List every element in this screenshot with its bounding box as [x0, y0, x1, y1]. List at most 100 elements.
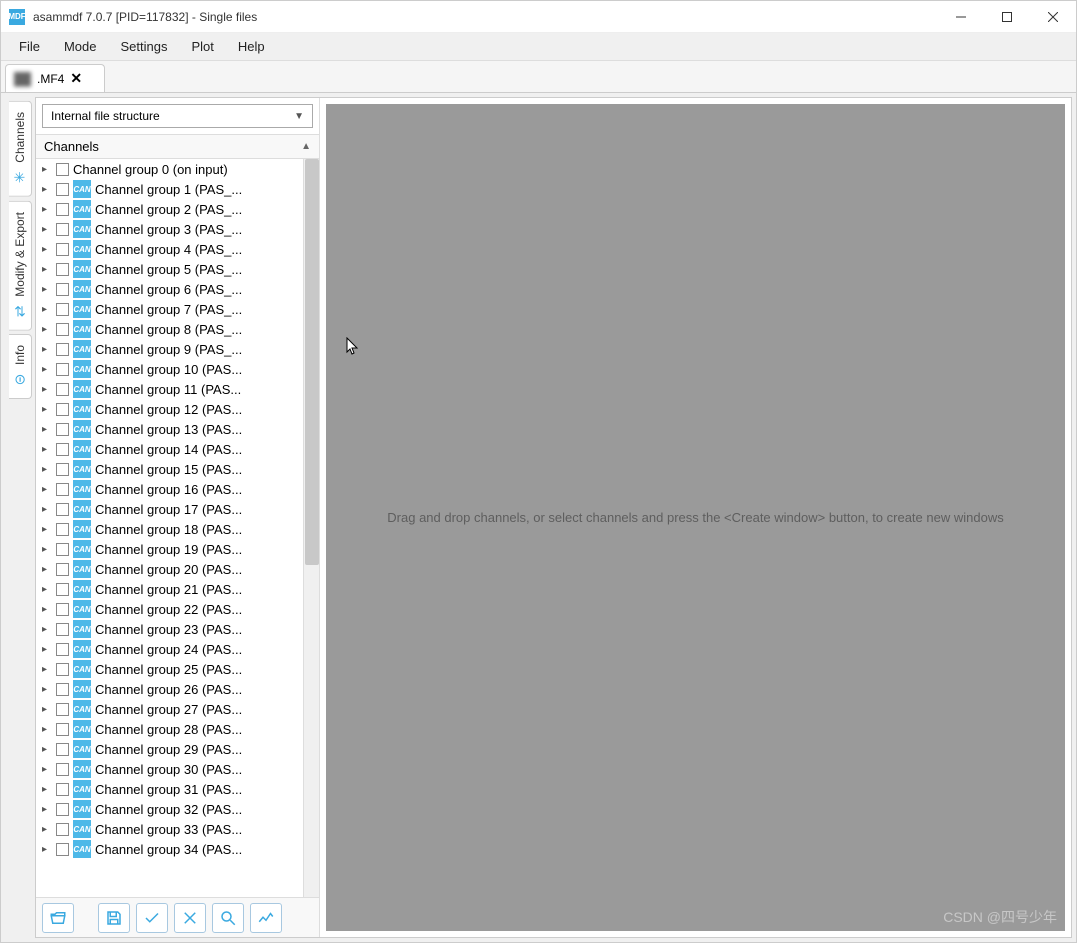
open-button[interactable]	[42, 903, 74, 933]
expand-arrow-icon[interactable]: ▸	[42, 844, 52, 855]
tab-channels[interactable]: ✳ Channels	[9, 101, 32, 197]
expand-arrow-icon[interactable]: ▸	[42, 224, 52, 235]
file-tab[interactable]: ██ .MF4 ✕	[5, 64, 105, 92]
row-checkbox[interactable]	[56, 723, 69, 736]
row-checkbox[interactable]	[56, 223, 69, 236]
tree-row[interactable]: ▸CANChannel group 4 (PAS_...	[36, 239, 319, 259]
expand-arrow-icon[interactable]: ▸	[42, 464, 52, 475]
row-checkbox[interactable]	[56, 663, 69, 676]
expand-arrow-icon[interactable]: ▸	[42, 624, 52, 635]
row-checkbox[interactable]	[56, 523, 69, 536]
delete-button[interactable]	[174, 903, 206, 933]
expand-arrow-icon[interactable]: ▸	[42, 524, 52, 535]
tab-modify-export[interactable]: ⇄ Modify & Export	[9, 201, 32, 331]
expand-arrow-icon[interactable]: ▸	[42, 764, 52, 775]
row-checkbox[interactable]	[56, 503, 69, 516]
tree-row[interactable]: ▸CANChannel group 8 (PAS_...	[36, 319, 319, 339]
tree-row[interactable]: ▸CANChannel group 3 (PAS_...	[36, 219, 319, 239]
row-checkbox[interactable]	[56, 343, 69, 356]
tree-row[interactable]: ▸CANChannel group 33 (PAS...	[36, 819, 319, 839]
row-checkbox[interactable]	[56, 303, 69, 316]
row-checkbox[interactable]	[56, 163, 69, 176]
expand-arrow-icon[interactable]: ▸	[42, 424, 52, 435]
row-checkbox[interactable]	[56, 403, 69, 416]
expand-arrow-icon[interactable]: ▸	[42, 704, 52, 715]
maximize-button[interactable]	[984, 1, 1030, 33]
tree-row[interactable]: ▸CANChannel group 16 (PAS...	[36, 479, 319, 499]
expand-arrow-icon[interactable]: ▸	[42, 544, 52, 555]
row-checkbox[interactable]	[56, 203, 69, 216]
save-button[interactable]	[98, 903, 130, 933]
tree-row[interactable]: ▸Channel group 0 (on input)	[36, 159, 319, 179]
row-checkbox[interactable]	[56, 563, 69, 576]
expand-arrow-icon[interactable]: ▸	[42, 244, 52, 255]
scroll-up-icon[interactable]: ▲	[301, 141, 311, 152]
tree-row[interactable]: ▸CANChannel group 26 (PAS...	[36, 679, 319, 699]
tree-row[interactable]: ▸CANChannel group 6 (PAS_...	[36, 279, 319, 299]
row-checkbox[interactable]	[56, 623, 69, 636]
row-checkbox[interactable]	[56, 703, 69, 716]
expand-arrow-icon[interactable]: ▸	[42, 284, 52, 295]
search-button[interactable]	[212, 903, 244, 933]
expand-arrow-icon[interactable]: ▸	[42, 344, 52, 355]
tree-row[interactable]: ▸CANChannel group 17 (PAS...	[36, 499, 319, 519]
expand-arrow-icon[interactable]: ▸	[42, 824, 52, 835]
row-checkbox[interactable]	[56, 183, 69, 196]
tree-row[interactable]: ▸CANChannel group 11 (PAS...	[36, 379, 319, 399]
expand-arrow-icon[interactable]: ▸	[42, 304, 52, 315]
expand-arrow-icon[interactable]: ▸	[42, 324, 52, 335]
close-button[interactable]	[1030, 1, 1076, 33]
row-checkbox[interactable]	[56, 763, 69, 776]
close-icon[interactable]: ✕	[70, 70, 82, 87]
expand-arrow-icon[interactable]: ▸	[42, 784, 52, 795]
menu-file[interactable]: File	[9, 35, 50, 58]
expand-arrow-icon[interactable]: ▸	[42, 604, 52, 615]
tree-row[interactable]: ▸CANChannel group 23 (PAS...	[36, 619, 319, 639]
tree-scrollbar[interactable]	[303, 159, 319, 897]
minimize-button[interactable]	[938, 1, 984, 33]
expand-arrow-icon[interactable]: ▸	[42, 664, 52, 675]
tree-row[interactable]: ▸CANChannel group 27 (PAS...	[36, 699, 319, 719]
channel-tree[interactable]: ▸Channel group 0 (on input) ▸CANChannel g…	[36, 159, 319, 897]
expand-arrow-icon[interactable]: ▸	[42, 804, 52, 815]
row-checkbox[interactable]	[56, 783, 69, 796]
tree-row[interactable]: ▸CANChannel group 30 (PAS...	[36, 759, 319, 779]
tree-row[interactable]: ▸CANChannel group 14 (PAS...	[36, 439, 319, 459]
tree-row[interactable]: ▸CANChannel group 28 (PAS...	[36, 719, 319, 739]
tree-row[interactable]: ▸CANChannel group 34 (PAS...	[36, 839, 319, 859]
tree-row[interactable]: ▸CANChannel group 9 (PAS_...	[36, 339, 319, 359]
row-checkbox[interactable]	[56, 463, 69, 476]
tree-row[interactable]: ▸CANChannel group 5 (PAS_...	[36, 259, 319, 279]
expand-arrow-icon[interactable]: ▸	[42, 404, 52, 415]
row-checkbox[interactable]	[56, 843, 69, 856]
structure-dropdown[interactable]: Internal file structure ▼	[42, 104, 313, 128]
tree-row[interactable]: ▸CANChannel group 7 (PAS_...	[36, 299, 319, 319]
expand-arrow-icon[interactable]: ▸	[42, 364, 52, 375]
row-checkbox[interactable]	[56, 543, 69, 556]
expand-arrow-icon[interactable]: ▸	[42, 584, 52, 595]
tree-row[interactable]: ▸CANChannel group 24 (PAS...	[36, 639, 319, 659]
row-checkbox[interactable]	[56, 383, 69, 396]
menu-settings[interactable]: Settings	[110, 35, 177, 58]
row-checkbox[interactable]	[56, 323, 69, 336]
scrollbar-thumb[interactable]	[305, 159, 319, 565]
row-checkbox[interactable]	[56, 803, 69, 816]
expand-arrow-icon[interactable]: ▸	[42, 484, 52, 495]
tree-row[interactable]: ▸CANChannel group 20 (PAS...	[36, 559, 319, 579]
expand-arrow-icon[interactable]: ▸	[42, 504, 52, 515]
menu-plot[interactable]: Plot	[181, 35, 223, 58]
graph-button[interactable]	[250, 903, 282, 933]
tree-row[interactable]: ▸CANChannel group 19 (PAS...	[36, 539, 319, 559]
tree-row[interactable]: ▸CANChannel group 10 (PAS...	[36, 359, 319, 379]
row-checkbox[interactable]	[56, 643, 69, 656]
menu-mode[interactable]: Mode	[54, 35, 107, 58]
row-checkbox[interactable]	[56, 243, 69, 256]
row-checkbox[interactable]	[56, 743, 69, 756]
tree-row[interactable]: ▸CANChannel group 2 (PAS_...	[36, 199, 319, 219]
row-checkbox[interactable]	[56, 423, 69, 436]
drop-area[interactable]: Drag and drop channels, or select channe…	[326, 104, 1065, 931]
tree-row[interactable]: ▸CANChannel group 22 (PAS...	[36, 599, 319, 619]
row-checkbox[interactable]	[56, 443, 69, 456]
tree-row[interactable]: ▸CANChannel group 13 (PAS...	[36, 419, 319, 439]
row-checkbox[interactable]	[56, 583, 69, 596]
